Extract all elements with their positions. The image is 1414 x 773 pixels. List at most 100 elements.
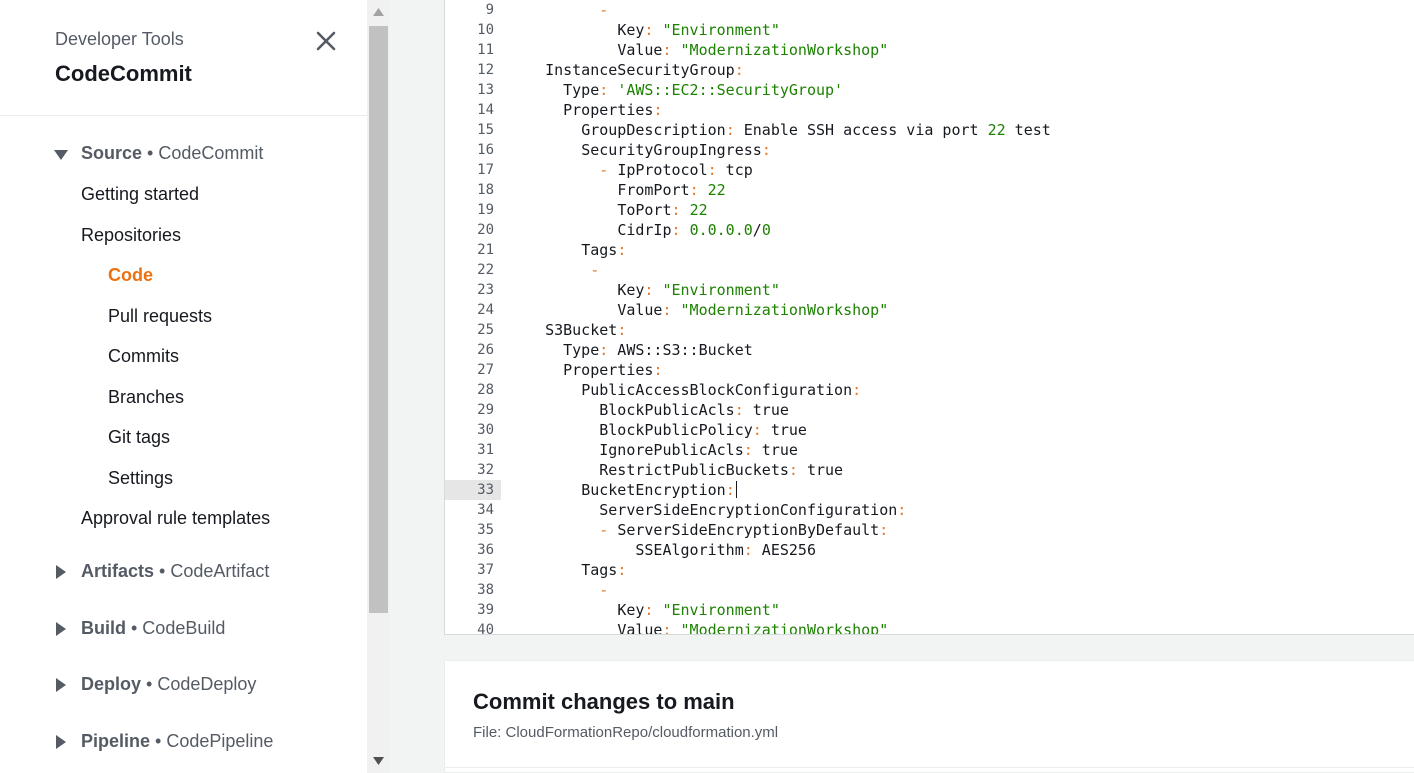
line-text[interactable]: SSEAlgorithm: AES256 [527,540,816,560]
nav-repositories[interactable]: Repositories [81,225,181,246]
line-text[interactable]: - IpProtocol: tcp [527,160,753,180]
code-line[interactable]: 10 Key: "Environment" [445,20,1414,40]
code-line[interactable]: 29 BlockPublicAcls: true [445,400,1414,420]
section-pipeline-sub: • CodePipeline [150,731,274,751]
nav-git-tags[interactable]: Git tags [108,427,170,448]
line-text[interactable]: - [527,0,608,20]
code-line[interactable]: 21 Tags: [445,240,1414,260]
code-line[interactable]: 18 FromPort: 22 [445,180,1414,200]
code-line[interactable]: 36 SSEAlgorithm: AES256 [445,540,1414,560]
line-text[interactable]: Key: "Environment" [527,20,780,40]
section-pipeline-label: Pipeline [81,731,151,751]
line-text[interactable]: Properties: [527,360,662,380]
line-text[interactable]: BlockPublicAcls: true [527,400,789,420]
code-line[interactable]: 14 Properties: [445,100,1414,120]
code-line[interactable]: 12 InstanceSecurityGroup: [445,60,1414,80]
commit-file-path: File: CloudFormationRepo/cloudformation.… [473,724,779,741]
code-line[interactable]: 30 BlockPublicPolicy: true [445,420,1414,440]
sidebar-title[interactable]: CodeCommit [55,61,192,87]
scroll-down-arrow-icon[interactable] [367,749,390,773]
line-text[interactable]: SecurityGroupIngress: [527,140,771,160]
code-line[interactable]: 16 SecurityGroupIngress: [445,140,1414,160]
caret-right-icon [54,565,68,579]
scrollbar-thumb[interactable] [369,26,388,613]
line-text[interactable]: Type: 'AWS::EC2::SecurityGroup' [527,80,843,100]
code-line[interactable]: 31 IgnorePublicAcls: true [445,440,1414,460]
close-icon[interactable] [312,27,340,55]
code-line[interactable]: 24 Value: "ModernizationWorkshop" [445,300,1414,320]
section-source-label: Source [81,143,143,163]
code-line[interactable]: 34 ServerSideEncryptionConfiguration: [445,500,1414,520]
code-line[interactable]: 15 GroupDescription: Enable SSH access v… [445,120,1414,140]
line-text[interactable]: Tags: [527,560,626,580]
nav-settings[interactable]: Settings [108,468,173,489]
section-deploy[interactable]: Deploy • CodeDeploy [0,670,367,700]
line-text[interactable]: InstanceSecurityGroup: [527,60,744,80]
code-line[interactable]: 40 Value: "ModernizationWorkshop" [445,620,1414,634]
code-line[interactable]: 35 - ServerSideEncryptionByDefault: [445,520,1414,540]
line-text[interactable]: - ServerSideEncryptionByDefault: [527,520,888,540]
line-number: 34 [477,502,494,518]
line-text[interactable]: BucketEncryption: [527,480,737,500]
nav-approval-rule-templates[interactable]: Approval rule templates [81,508,270,529]
code-line[interactable]: 26 Type: AWS::S3::Bucket [445,340,1414,360]
line-number: 33 [477,482,494,498]
line-number: 29 [477,402,494,418]
line-text[interactable]: S3Bucket: [527,320,626,340]
sidebar-kicker: Developer Tools [55,29,184,49]
code-line[interactable]: 32 RestrictPublicBuckets: true [445,460,1414,480]
code-line[interactable]: 28 PublicAccessBlockConfiguration: [445,380,1414,400]
code-line[interactable]: 33 BucketEncryption: [445,480,1414,500]
line-text[interactable]: Tags: [527,240,626,260]
code-line[interactable]: 39 Key: "Environment" [445,600,1414,620]
code-line[interactable]: 9 - [445,0,1414,20]
code-line[interactable]: 23 Key: "Environment" [445,280,1414,300]
code-line[interactable]: 19 ToPort: 22 [445,200,1414,220]
line-text[interactable]: IgnorePublicAcls: true [527,440,798,460]
line-text[interactable]: PublicAccessBlockConfiguration: [527,380,861,400]
line-text[interactable]: Type: AWS::S3::Bucket [527,340,753,360]
code-line[interactable]: 27 Properties: [445,360,1414,380]
nav-pull-requests[interactable]: Pull requests [108,306,212,327]
nav-commits[interactable]: Commits [108,346,179,367]
code-line[interactable]: 22 - [445,260,1414,280]
section-build[interactable]: Build • CodeBuild [0,614,367,644]
line-text[interactable]: Key: "Environment" [527,600,780,620]
section-source[interactable]: Source • CodeCommit [0,139,367,169]
section-source-sub: • CodeCommit [142,143,264,163]
line-text[interactable]: ToPort: 22 [527,200,707,220]
line-text[interactable]: - [527,260,599,280]
line-text[interactable]: CidrIp: 0.0.0.0/0 [527,220,771,240]
line-text[interactable]: Value: "ModernizationWorkshop" [527,40,888,60]
line-number: 21 [477,242,494,258]
line-text[interactable]: BlockPublicPolicy: true [527,420,807,440]
code-line[interactable]: 38 - [445,580,1414,600]
section-pipeline[interactable]: Pipeline • CodePipeline [0,727,367,757]
line-number: 37 [477,562,494,578]
code-line[interactable]: 13 Type: 'AWS::EC2::SecurityGroup' [445,80,1414,100]
code-editor[interactable]: 9 -10 Key: "Environment" 11 Value: "Moder… [444,0,1414,635]
line-text[interactable]: GroupDescription: Enable SSH access via … [527,120,1051,140]
code-line[interactable]: 11 Value: "ModernizationWorkshop" [445,40,1414,60]
caret-right-icon [54,735,68,749]
line-text[interactable]: FromPort: 22 [527,180,725,200]
code-line[interactable]: 20 CidrIp: 0.0.0.0/0 [445,220,1414,240]
line-text[interactable]: RestrictPublicBuckets: true [527,460,843,480]
section-artifacts[interactable]: Artifacts • CodeArtifact [0,557,367,587]
nav-branches[interactable]: Branches [108,387,184,408]
line-text[interactable]: Value: "ModernizationWorkshop" [527,620,888,634]
line-number: 12 [477,62,494,78]
nav-getting-started[interactable]: Getting started [81,184,199,205]
code-line[interactable]: 37 Tags: [445,560,1414,580]
line-text[interactable]: Properties: [527,100,662,120]
code-line[interactable]: 17 - IpProtocol: tcp [445,160,1414,180]
line-text[interactable]: - [527,580,608,600]
sidebar-scrollbar[interactable] [367,0,390,773]
line-text[interactable]: Key: "Environment" [527,280,780,300]
nav-code[interactable]: Code [108,265,153,286]
code-line[interactable]: 25 S3Bucket: [445,320,1414,340]
line-text[interactable]: Value: "ModernizationWorkshop" [527,300,888,320]
line-number: 10 [477,22,494,38]
line-text[interactable]: ServerSideEncryptionConfiguration: [527,500,906,520]
scroll-up-arrow-icon[interactable] [367,0,390,24]
